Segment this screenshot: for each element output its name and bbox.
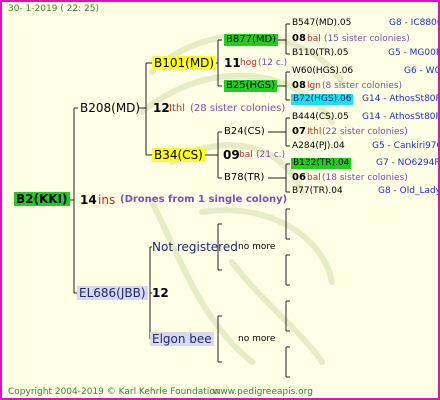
timestamp: 30- 1-2019 ( 22: 25) xyxy=(8,4,99,14)
g4-right: G14 - AthosSt80R xyxy=(362,112,440,122)
g3-sds: B24(CS) xyxy=(224,126,265,137)
g4-suffix: Ithl xyxy=(307,127,322,137)
sd-note: (21 c.) xyxy=(256,150,286,160)
sire-queen: B208(MD) xyxy=(80,101,141,115)
g4-name: B110(TR).05 xyxy=(292,48,349,58)
dd-note: no more xyxy=(238,334,276,344)
sd-queen: B34(CS) xyxy=(152,148,205,162)
g4-note: (22 sister colonies) xyxy=(322,127,408,137)
g4-right: G5 - MG00R xyxy=(388,48,440,58)
g3-ssd: B25(HGS) xyxy=(224,80,278,92)
ss-suffix: hog xyxy=(240,58,257,68)
g4-suffix: bal xyxy=(307,173,321,183)
g4-suffix: bal xyxy=(307,34,321,44)
g4-count: 06 xyxy=(292,172,306,183)
ds-queen: Not registered xyxy=(152,240,238,254)
dam-queen: EL686(JBB) xyxy=(77,286,148,300)
g4-count: 08 xyxy=(292,33,306,44)
g4-right: G8 - IC8806 xyxy=(389,18,440,28)
g4-right: G14 - AthosSt80R xyxy=(362,94,440,104)
g4-right: G8 - Old_Lady xyxy=(378,186,440,196)
dd-queen: Elgon bee xyxy=(150,332,214,346)
copyright: Copyright 2004-2019 © Karl Kehrle Founda… xyxy=(8,387,221,397)
ss-note: (12 c.) xyxy=(258,58,288,68)
g4-name: A284(PJ).04 xyxy=(292,141,345,151)
footer-link[interactable]: www.pedigreeapis.org xyxy=(213,388,313,397)
g4-count: 08 xyxy=(292,80,306,91)
g4-right: G6 - W0 xyxy=(404,66,440,76)
g4-right: G7 - NO6294R xyxy=(376,158,440,168)
g4-suffix: lgn xyxy=(307,81,321,91)
dam-count: 12 xyxy=(152,286,169,300)
g4-name: W60(HGS).06 xyxy=(292,66,354,76)
ss-count: 11 xyxy=(224,56,241,70)
sd-count: 09 xyxy=(223,148,240,162)
g4-note: (18 sister colonies) xyxy=(322,173,408,183)
sire-count: 12 xyxy=(153,101,170,115)
g4-count: 07 xyxy=(292,126,306,137)
sire-suffix: Ithl xyxy=(169,103,185,114)
g4-name: B77(TR).04 xyxy=(292,186,343,196)
pedigree-chart: 30- 1-2019 ( 22: 25) B2(KKI) 14 ins (Dro… xyxy=(0,0,440,400)
g4-name: B547(MD).05 xyxy=(292,18,352,28)
sd-suffix: bal xyxy=(239,150,253,160)
g3-sdd: B78(TR) xyxy=(224,172,265,183)
root-note: (Drones from 1 single colony) xyxy=(120,194,288,205)
g4-name: B132(TR).04 xyxy=(291,158,352,169)
sire-note: (28 sister colonies) xyxy=(190,103,286,114)
root-queen: B2(KKI) xyxy=(14,192,70,206)
g4-name: B72(HGS).06 xyxy=(291,94,354,105)
ds-note: no more xyxy=(238,242,276,252)
root-suffix: ins xyxy=(98,193,116,207)
g3-sss: B877(MD) xyxy=(224,34,279,46)
g4-note: (8 sister colonies) xyxy=(322,81,403,91)
ss-queen: B101(MD) xyxy=(152,56,217,70)
g4-name: B444(CS).05 xyxy=(292,112,349,122)
root-count: 14 xyxy=(80,193,97,207)
g4-right: G5 - Cankiri97Q xyxy=(372,141,440,151)
g4-note: (15 sister colonies) xyxy=(324,34,410,44)
